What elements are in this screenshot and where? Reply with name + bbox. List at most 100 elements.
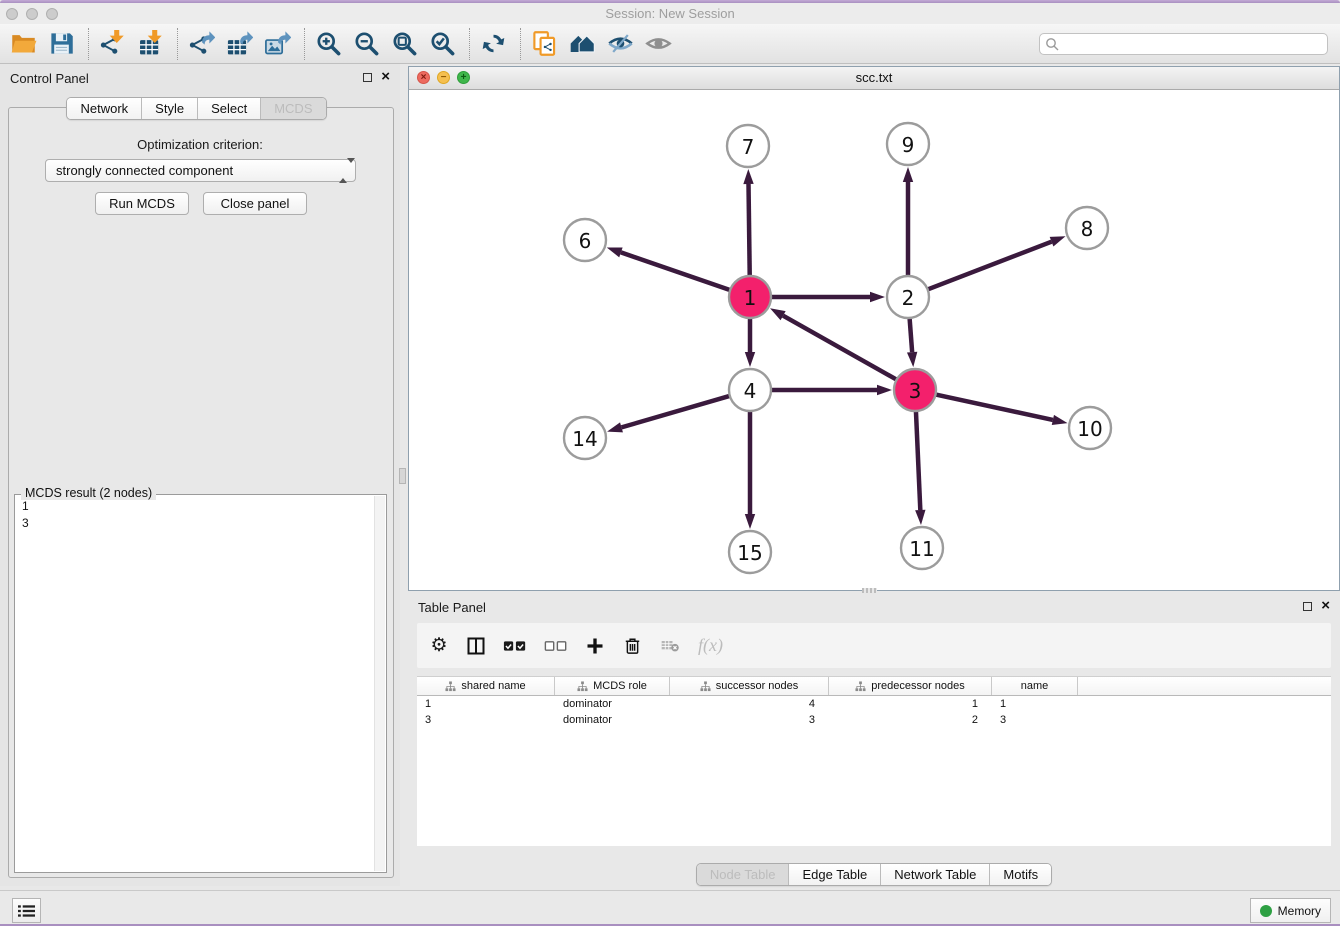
- select-all-icon: [503, 636, 527, 656]
- zoom-in-button[interactable]: [313, 28, 344, 59]
- table-cell: 4: [670, 696, 829, 712]
- delete-row-button[interactable]: [622, 634, 642, 658]
- export-table-button[interactable]: [224, 28, 255, 59]
- graph-node-7[interactable]: 7: [727, 125, 769, 167]
- network-window-titlebar[interactable]: ×−+ scc.txt: [409, 67, 1339, 90]
- table-cell: 1: [829, 696, 992, 712]
- tab-edge-table[interactable]: Edge Table: [789, 864, 881, 885]
- column-header-name[interactable]: name: [992, 677, 1078, 695]
- graph-edge-4-14[interactable]: [607, 395, 732, 432]
- graph-edge-1-6[interactable]: [607, 247, 732, 290]
- node-table: shared nameMCDS rolesuccessor nodes prede…: [417, 676, 1331, 846]
- graph-node-11[interactable]: 11: [901, 527, 943, 569]
- graph-edge-2-8[interactable]: [926, 236, 1066, 290]
- zoom-out-button[interactable]: [351, 28, 382, 59]
- zoom-out-icon: [353, 30, 380, 57]
- table-cell: 3: [417, 712, 555, 728]
- table-settings-button[interactable]: ⚙: [429, 634, 449, 658]
- graph-edge-4-3[interactable]: [769, 385, 892, 395]
- graph-edge-3-10[interactable]: [934, 394, 1068, 425]
- graph-node-2[interactable]: 2: [887, 276, 929, 318]
- vertical-splitter-grip[interactable]: [399, 468, 406, 484]
- refresh-button[interactable]: [478, 28, 509, 59]
- graph-node-4[interactable]: 4: [729, 369, 771, 411]
- select-all-button[interactable]: [503, 634, 527, 658]
- delete-table-icon: [659, 636, 681, 656]
- export-image-button[interactable]: [262, 28, 293, 59]
- float-table-panel-icon[interactable]: [1303, 602, 1312, 611]
- graph-node-8[interactable]: 8: [1066, 207, 1108, 249]
- open-session-button[interactable]: [8, 28, 39, 59]
- tab-select[interactable]: Select: [198, 98, 261, 119]
- table-panel-buttons: ×: [1303, 600, 1330, 612]
- column-header-MCDS-role[interactable]: MCDS role: [555, 677, 670, 695]
- network-graph-canvas[interactable]: 7 9 6 8 1 2 4 3 14 10 15 11: [409, 89, 1339, 591]
- search-icon: [1045, 37, 1059, 51]
- deselect-all-button[interactable]: [544, 634, 568, 658]
- task-history-button[interactable]: [12, 898, 41, 923]
- graph-node-9[interactable]: 9: [887, 123, 929, 165]
- save-session-button[interactable]: [46, 28, 77, 59]
- apply-function-button[interactable]: f(x): [698, 634, 723, 658]
- horizontal-splitter-grip[interactable]: [862, 588, 877, 593]
- result-scrollbar[interactable]: [374, 496, 385, 871]
- show-columns-button[interactable]: [466, 634, 486, 658]
- delete-table-button[interactable]: [659, 634, 681, 658]
- table-row[interactable]: 3dominator323: [417, 712, 1331, 728]
- graph-node-6[interactable]: 6: [564, 219, 606, 261]
- column-header-shared-name[interactable]: shared name: [417, 677, 555, 695]
- import-network-button[interactable]: [97, 28, 128, 59]
- hide-panels-button[interactable]: [605, 28, 636, 59]
- export-network-button[interactable]: [186, 28, 217, 59]
- svg-text:1: 1: [744, 286, 757, 310]
- add-row-button[interactable]: [585, 634, 605, 658]
- tab-motifs[interactable]: Motifs: [990, 864, 1051, 885]
- column-tree-icon: [855, 681, 866, 692]
- graph-node-14[interactable]: 14: [564, 417, 606, 459]
- zoom-selected-button[interactable]: [427, 28, 458, 59]
- graph-node-10[interactable]: 10: [1069, 407, 1111, 449]
- graph-edge-2-3[interactable]: [907, 316, 917, 367]
- show-panels-icon: [645, 30, 672, 57]
- column-tree-icon: [700, 681, 711, 692]
- gear-icon: ⚙: [430, 636, 447, 656]
- clone-network-button[interactable]: [529, 28, 560, 59]
- home-button[interactable]: [567, 28, 598, 59]
- show-panels-button[interactable]: [643, 28, 674, 59]
- graph-edge-2-9[interactable]: [903, 167, 913, 278]
- import-table-button[interactable]: [135, 28, 166, 59]
- column-label: name: [1021, 680, 1049, 692]
- table-cell: 1: [992, 696, 1078, 712]
- mcds-result-text[interactable]: 1 3: [15, 495, 386, 535]
- tab-network[interactable]: Network: [67, 98, 142, 119]
- table-row[interactable]: 1dominator411: [417, 696, 1331, 712]
- column-header-successor-nodes[interactable]: successor nodes: [670, 677, 829, 695]
- tab-node-table[interactable]: Node Table: [697, 864, 790, 885]
- column-label: predecessor nodes: [871, 680, 965, 692]
- graph-node-15[interactable]: 15: [729, 531, 771, 573]
- graph-edge-3-1[interactable]: [770, 308, 898, 380]
- graph-edge-1-4[interactable]: [745, 316, 755, 367]
- toolbar-separator: [88, 28, 89, 60]
- graph-edge-1-7[interactable]: [743, 169, 753, 278]
- tab-style[interactable]: Style: [142, 98, 198, 119]
- graph-node-1[interactable]: 1: [729, 276, 771, 318]
- zoom-fit-icon: [391, 30, 418, 57]
- memory-button[interactable]: Memory: [1250, 898, 1331, 923]
- search-input[interactable]: [1039, 33, 1328, 55]
- graph-edge-1-2[interactable]: [769, 292, 885, 302]
- run-mcds-button[interactable]: Run MCDS: [95, 192, 189, 215]
- close-table-panel-icon[interactable]: ×: [1321, 600, 1330, 612]
- float-panel-icon[interactable]: [363, 73, 372, 82]
- criterion-dropdown[interactable]: strongly connected component: [45, 159, 356, 182]
- close-panel-icon[interactable]: ×: [381, 71, 390, 83]
- graph-edge-4-15[interactable]: [745, 409, 755, 529]
- tab-mcds[interactable]: MCDS: [261, 98, 325, 119]
- column-header-predecessor-nodes[interactable]: predecessor nodes: [829, 677, 992, 695]
- criterion-dropdown-value: strongly connected component: [56, 163, 233, 178]
- graph-node-3[interactable]: 3: [894, 369, 936, 411]
- zoom-fit-button[interactable]: [389, 28, 420, 59]
- graph-edge-3-11[interactable]: [915, 409, 925, 525]
- close-panel-button[interactable]: Close panel: [203, 192, 307, 215]
- tab-network-table[interactable]: Network Table: [881, 864, 990, 885]
